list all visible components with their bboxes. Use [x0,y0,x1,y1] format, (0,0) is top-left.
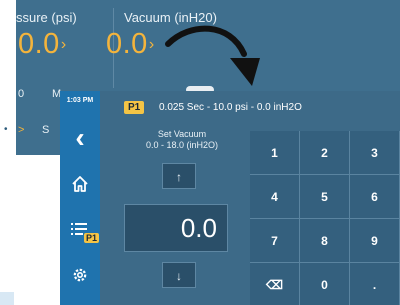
bg-fragment-bottom-left: > [18,124,25,136]
vacuum-value[interactable]: 0.0› [106,28,155,61]
left-strip [0,292,14,305]
key-2[interactable]: 2 [300,131,350,175]
setpoint-label: Set Vacuum 0.0 - 18.0 (inH2O) [132,129,232,151]
key-5[interactable]: 5 [300,175,350,219]
gear-icon[interactable] [60,266,100,289]
vacuum-value-text: 0.0 [106,28,148,60]
chevron-right-icon: › [60,36,67,53]
decrement-button[interactable]: ↓ [162,262,196,288]
setpoint-value-field[interactable]: 0.0 [124,204,228,252]
transition-arrow-icon [165,25,260,86]
key-7[interactable]: 7 [250,219,300,263]
pressure-label: ssure (psi) [16,10,77,25]
numeric-keypad: 1 2 3 4 5 6 7 8 9 ⌫ 0 . [250,131,400,305]
header: P1 0.025 Sec - 10.0 psi - 0.0 inH2O [100,91,400,125]
home-icon[interactable] [60,175,100,198]
pressure-value[interactable]: 0.0› [18,28,67,61]
setpoint-range: 0.0 - 18.0 (inH2O) [145,140,219,150]
bullet-marker: • [4,124,8,135]
key-decimal[interactable]: . [350,263,400,305]
bg-fragment-bottom-mid: S [42,124,50,136]
setpoint-title: Set Vacuum [157,129,207,139]
key-4[interactable]: 4 [250,175,300,219]
back-chevron-icon[interactable]: ‹ [60,123,100,153]
key-3[interactable]: 3 [350,131,400,175]
pressure-value-text: 0.0 [18,28,60,60]
device-screen: 1:03 PM ‹ P1 P1 0.025 Sec - 10.0 psi - 0… [60,91,400,305]
key-8[interactable]: 8 [300,219,350,263]
increment-button[interactable]: ↑ [162,163,196,189]
key-backspace[interactable]: ⌫ [250,263,300,305]
key-0[interactable]: 0 [300,263,350,305]
key-1[interactable]: 1 [250,131,300,175]
clock: 1:03 PM [66,97,94,104]
program-badge: P1 [124,101,145,114]
key-6[interactable]: 6 [350,175,400,219]
chevron-right-icon: › [148,36,155,53]
bg-fragment-left: 0 [18,88,25,100]
key-9[interactable]: 9 [350,219,400,263]
list-badge: P1 [84,233,100,243]
sidebar: 1:03 PM ‹ P1 [60,91,100,305]
program-summary: 0.025 Sec - 10.0 psi - 0.0 inH2O [159,102,302,113]
